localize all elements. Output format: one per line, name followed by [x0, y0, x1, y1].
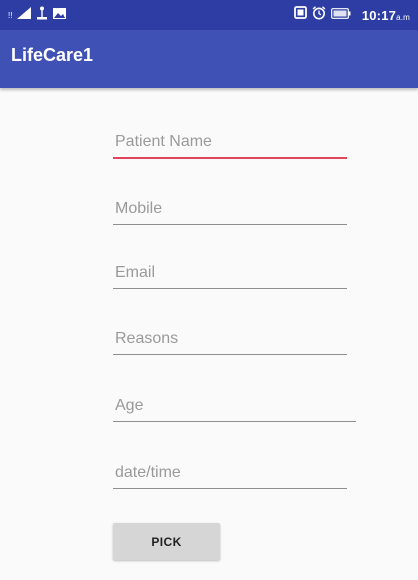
pick-button[interactable]: PICK	[113, 523, 220, 560]
patient-name-field-container	[113, 133, 347, 159]
status-time: 10:17a.m	[362, 8, 410, 23]
image-icon	[53, 6, 67, 24]
app-bar: LifeCare1	[0, 30, 418, 88]
email-field[interactable]	[113, 264, 347, 289]
mobile-field-container	[113, 200, 347, 225]
email-field-container	[113, 264, 347, 289]
status-time-value: 10:17	[361, 7, 397, 23]
age-field[interactable]	[113, 397, 356, 422]
status-time-suffix: a.m	[396, 12, 410, 22]
mobile-field[interactable]	[113, 200, 347, 225]
datetime-field[interactable]	[113, 464, 347, 489]
patient-name-field[interactable]	[113, 133, 347, 159]
status-right-icons: 10:17a.m	[293, 5, 410, 25]
battery-icon	[330, 6, 351, 24]
notification-icon	[293, 6, 307, 24]
alarm-icon	[312, 5, 326, 25]
usb-icon	[36, 6, 48, 25]
reasons-field-container	[113, 330, 347, 355]
reasons-field[interactable]	[113, 330, 347, 355]
status-bar: !! 10:17a.m	[0, 0, 418, 30]
app-screen: !! 10:17a.m LifeCare1 Patient Name Mobil…	[0, 0, 418, 580]
app-title: LifeCare1	[11, 45, 94, 65]
status-left-icons: !!	[8, 6, 71, 25]
datetime-field-container	[113, 464, 347, 489]
age-field-container	[113, 397, 356, 422]
carrier-indicator: !!	[8, 10, 13, 20]
signal-icon	[17, 6, 32, 24]
